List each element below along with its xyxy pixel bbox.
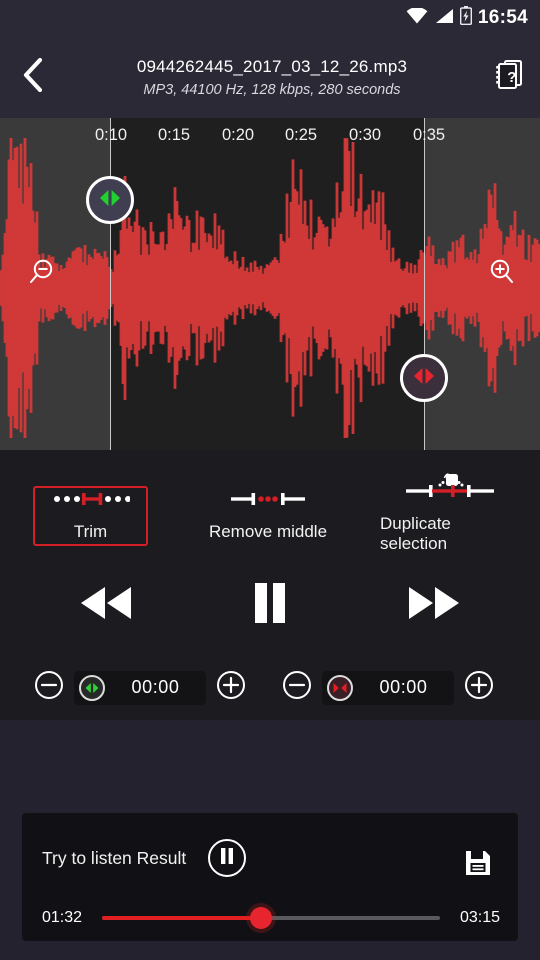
waveform-editor[interactable]: 0:10 0:15 0:20 0:25 0:30 0:35 <box>0 118 540 450</box>
remove-middle-icon <box>229 491 307 512</box>
ruler-tick: 0:15 <box>157 126 191 144</box>
seek-thumb[interactable] <box>249 907 272 929</box>
wifi-icon <box>406 6 428 29</box>
tool-duplicate-selection-label: Duplicate selection <box>380 513 451 553</box>
selection-end-handle-icon <box>410 366 438 391</box>
signal-icon <box>434 8 454 29</box>
rewind-button[interactable] <box>70 574 142 636</box>
help-manual-icon: ? <box>494 59 524 96</box>
end-time-field[interactable]: 00:00 <box>322 670 454 705</box>
duplicate-selection-icon <box>404 472 496 504</box>
end-time-decrement-button[interactable] <box>280 671 314 705</box>
status-time: 16:54 <box>477 7 528 28</box>
player-progress-row: 01:32 03:15 <box>22 901 518 935</box>
elapsed-time: 01:32 <box>42 909 83 926</box>
end-time-stepper: 00:00 <box>280 670 496 705</box>
ruler-tick: 0:10 <box>94 126 128 144</box>
timeline-ruler: 0:10 0:15 0:20 0:25 0:30 0:35 <box>0 118 540 152</box>
transport-controls <box>0 555 540 655</box>
start-time-value: 00:00 <box>131 677 180 697</box>
selection-start-handle[interactable] <box>86 176 134 224</box>
end-time-value: 00:00 <box>379 677 428 697</box>
start-time-stepper: 00:00 <box>32 670 248 705</box>
minus-circle-icon <box>34 670 64 705</box>
magnifier-minus-icon <box>26 257 56 292</box>
pause-button[interactable] <box>234 574 306 636</box>
svg-text:?: ? <box>507 69 516 86</box>
player-pause-button[interactable] <box>208 839 247 877</box>
plus-circle-icon <box>464 670 494 705</box>
start-time-field[interactable]: 00:00 <box>74 670 206 705</box>
result-player-panel: Try to listen Result 01:32 03:15 <box>22 813 518 941</box>
start-time-decrement-button[interactable] <box>32 671 66 705</box>
status-bar: 16:54 <box>0 0 540 36</box>
chevron-left-icon <box>21 57 45 97</box>
minus-circle-icon <box>282 670 312 705</box>
help-button[interactable]: ? <box>478 36 540 118</box>
player-label: Try to listen Result <box>42 847 187 868</box>
player-top-row: Try to listen Result <box>22 835 518 881</box>
selection-start-line <box>110 118 111 450</box>
pause-icon <box>219 847 235 870</box>
selection-start-handle-icon <box>79 674 105 701</box>
app-header: 0944262445_2017_03_12_26.mp3 MP3, 44100 … <box>0 36 540 118</box>
file-title-block: 0944262445_2017_03_12_26.mp3 MP3, 44100 … <box>66 57 478 98</box>
save-floppy-icon <box>464 849 492 882</box>
selection-start-handle-icon <box>96 188 124 213</box>
save-button[interactable] <box>456 843 500 887</box>
magnifier-plus-icon <box>487 257 517 292</box>
audio-editor-screen: 16:54 0944262445_2017_03_12_26.mp3 MP3, … <box>0 0 540 960</box>
ruler-tick: 0:35 <box>412 126 446 144</box>
fast-forward-icon <box>404 585 464 626</box>
trim-icon <box>52 491 131 512</box>
tool-remove-middle-button[interactable]: Remove middle <box>188 486 348 546</box>
pause-icon <box>252 582 288 629</box>
tool-remove-middle-label: Remove middle <box>208 521 328 541</box>
file-info: MP3, 44100 Hz, 128 kbps, 280 seconds <box>143 81 401 98</box>
tool-duplicate-selection-button[interactable]: Duplicate selection <box>370 472 530 553</box>
back-button[interactable] <box>0 36 66 118</box>
seek-progress <box>102 916 261 920</box>
ruler-tick: 0:20 <box>221 126 255 144</box>
selection-end-handle-icon <box>327 674 353 701</box>
selection-time-steppers: 00:00 00:00 <box>0 655 540 720</box>
fast-forward-button[interactable] <box>398 574 470 636</box>
tool-trim-label: Trim <box>73 521 108 541</box>
waveform-graphic <box>0 138 540 438</box>
end-time-increment-button[interactable] <box>462 671 496 705</box>
zoom-out-button[interactable] <box>19 252 63 296</box>
zoom-in-button[interactable] <box>480 252 524 296</box>
tool-trim-button[interactable]: Trim <box>33 486 148 546</box>
battery-charging-icon <box>459 6 473 30</box>
file-name: 0944262445_2017_03_12_26.mp3 <box>136 56 408 76</box>
total-time: 03:15 <box>459 909 500 926</box>
start-time-increment-button[interactable] <box>214 671 248 705</box>
selection-end-handle[interactable] <box>400 354 448 402</box>
ruler-tick: 0:25 <box>284 126 318 144</box>
rewind-icon <box>76 585 136 626</box>
ruler-tick: 0:30 <box>348 126 382 144</box>
plus-circle-icon <box>216 670 246 705</box>
spacer <box>0 720 540 810</box>
player-seek-bar[interactable] <box>102 903 440 933</box>
